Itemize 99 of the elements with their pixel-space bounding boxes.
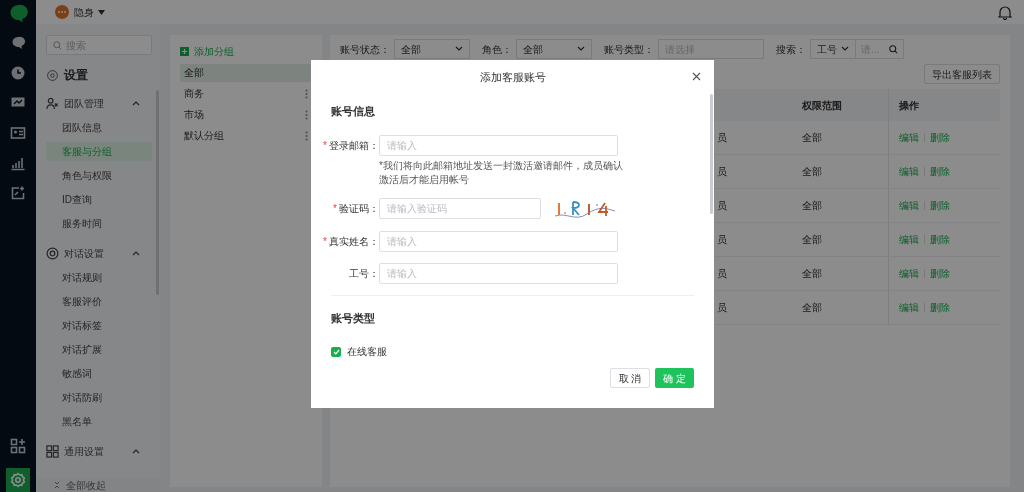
contact-card-icon[interactable] (10, 125, 26, 141)
bell-icon[interactable] (998, 4, 1012, 20)
caret-down-icon (577, 46, 585, 52)
section-title: 账号类型 (331, 310, 376, 326)
field-label: * 真实姓名： (323, 234, 379, 249)
table-cell-text: 员 (717, 301, 727, 315)
table-cell-text: 员 (717, 199, 727, 213)
checkbox[interactable] (331, 346, 341, 357)
caret-up-icon (132, 100, 140, 106)
action-link[interactable]: 编辑 (899, 164, 919, 179)
table-cell-text: 员 (717, 131, 727, 145)
plus-square-icon (180, 46, 189, 56)
nav-section-header[interactable]: 团队管理 (46, 91, 152, 115)
nav-section-header[interactable]: 对话设置 (46, 241, 152, 265)
nav-item[interactable]: 角色与权限 (46, 165, 152, 185)
table-cell-text: 员 (717, 233, 727, 247)
action-link[interactable]: 编辑 (899, 198, 919, 213)
people-icon (46, 96, 59, 110)
more-icon[interactable] (305, 88, 308, 99)
input-field[interactable]: 请输入 (379, 262, 618, 284)
chat-icon[interactable] (10, 35, 26, 51)
nav-item[interactable]: 黑名单 (46, 411, 152, 431)
nav-item[interactable]: 客服评价 (46, 291, 152, 311)
role-select[interactable]: 全部 (516, 39, 592, 59)
collapse-icon (54, 481, 60, 489)
chat-circle-icon (46, 246, 59, 260)
nav-item[interactable]: 对话扩展 (46, 339, 152, 359)
nav-item[interactable]: 对话防刷 (46, 387, 152, 407)
export-icon[interactable] (10, 185, 26, 201)
field-label: * 登录邮箱： (323, 138, 379, 153)
chat-bubble-logo-icon (8, 3, 28, 23)
action-link[interactable]: 删除 (930, 130, 950, 145)
more-icon[interactable] (305, 130, 308, 141)
nav-item[interactable]: 对话标签 (46, 315, 152, 335)
caret-up-icon (132, 250, 140, 256)
table-cell-text: 员 (717, 165, 727, 179)
table-cell: 全部 (802, 200, 822, 211)
settings-icon (46, 68, 59, 82)
filter-label: 搜索： (776, 42, 806, 57)
table-cell: 全部 (802, 268, 822, 279)
table-cell-text: 员 (717, 267, 727, 281)
column-header: 操作 (899, 98, 919, 113)
grid-icon (46, 444, 59, 458)
group-item[interactable]: 市场 (180, 105, 312, 124)
table-cell: 全部 (802, 234, 822, 245)
group-item[interactable]: 全部 (180, 63, 312, 82)
group-item[interactable]: 商务 (180, 84, 312, 103)
table-cell: 全部 (802, 302, 822, 313)
caret-down-icon[interactable] (98, 9, 105, 15)
table-cell: 全部 (802, 166, 822, 177)
dialog-title: 添加客服账号 (479, 69, 546, 85)
cancel-button[interactable]: 取 消 (610, 368, 650, 388)
close-icon[interactable] (692, 72, 701, 81)
action-link[interactable]: 编辑 (899, 300, 919, 315)
filter-label: 账号类型： (604, 42, 654, 57)
input-field[interactable]: 请输入 (379, 230, 618, 252)
action-link[interactable]: 编辑 (899, 232, 919, 247)
group-item[interactable]: 默认分组 (180, 126, 312, 145)
export-button[interactable]: 导出客服列表 (924, 64, 1000, 84)
check-icon (332, 348, 340, 355)
status-select[interactable]: 全部 (394, 39, 470, 59)
filter-label: 账号状态： (340, 42, 390, 57)
caret-down-icon (455, 46, 463, 52)
clock-icon[interactable] (10, 65, 26, 81)
search-icon (53, 40, 62, 50)
bar-chart-icon[interactable] (10, 155, 26, 171)
input-field[interactable]: 请输入验证码 (379, 198, 541, 219)
filter-label: 角色： (482, 42, 512, 57)
settings-icon[interactable] (10, 472, 26, 488)
checkbox-label: 在线客服 (347, 345, 387, 359)
field-label: 工号： (349, 266, 379, 281)
add-group-button[interactable]: 添加分组 (180, 44, 312, 58)
table-cell: 全部 (802, 132, 822, 143)
action-link[interactable]: 删除 (930, 232, 950, 247)
action-link[interactable]: 编辑 (899, 130, 919, 145)
action-link[interactable]: 编辑 (899, 266, 919, 281)
caret-up-icon (132, 448, 140, 454)
column-header: 权限范围 (802, 99, 842, 111)
nav-item[interactable]: ID查询 (46, 189, 152, 209)
nav-item[interactable]: 对话规则 (46, 267, 152, 287)
field-label: * 验证码： (333, 201, 379, 216)
field-hint: *我们将向此邮箱地址发送一封激活邀请邮件，成员确认激活后才能启用帐号 (379, 158, 623, 187)
status-bubble-icon (54, 4, 70, 20)
action-link[interactable]: 删除 (930, 300, 950, 315)
add-apps-icon[interactable] (10, 438, 26, 454)
action-link[interactable]: 删除 (930, 164, 950, 179)
status-label[interactable]: 隐身 (74, 4, 94, 20)
nav-section-header[interactable]: 通用设置 (46, 439, 152, 463)
section-title: 账号信息 (331, 104, 376, 119)
input-field[interactable]: 请输入 (379, 134, 618, 156)
settings-title: 设置 (64, 67, 88, 84)
nav-item[interactable]: 团队信息 (46, 117, 152, 137)
action-link[interactable]: 删除 (930, 198, 950, 213)
action-link[interactable]: 删除 (930, 266, 950, 281)
nav-item[interactable]: 敏感词 (46, 363, 152, 383)
more-icon[interactable] (305, 109, 308, 120)
confirm-button[interactable]: 确 定 (655, 368, 694, 388)
nav-item[interactable]: 服务时间 (46, 213, 152, 233)
scrollbar[interactable] (710, 94, 713, 214)
